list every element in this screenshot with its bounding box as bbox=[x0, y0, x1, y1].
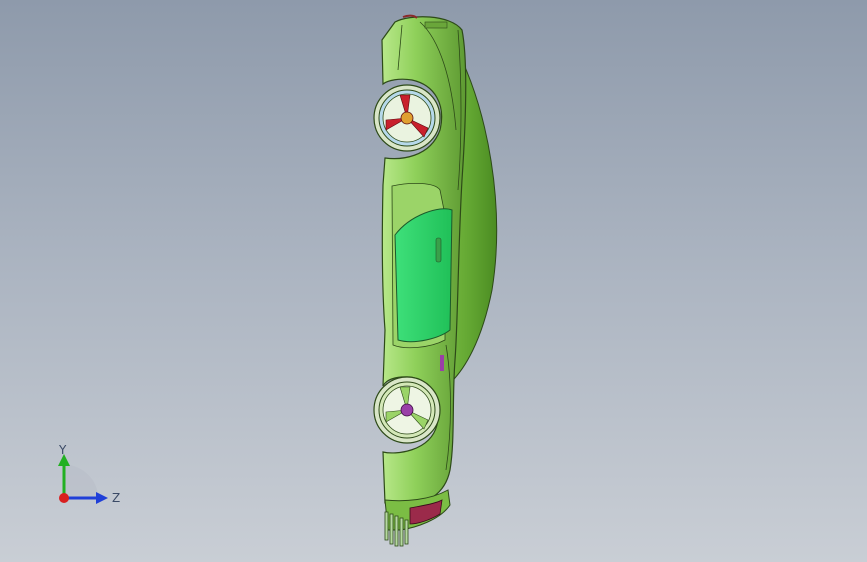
y-axis-label: Y bbox=[58, 443, 67, 457]
cad-viewport[interactable]: Y Z bbox=[0, 0, 867, 562]
x-axis-origin-icon bbox=[59, 493, 69, 503]
side-marker bbox=[440, 355, 444, 371]
z-axis-label: Z bbox=[112, 491, 120, 505]
front-grille bbox=[424, 21, 448, 29]
orientation-triad[interactable]: Y Z bbox=[40, 440, 130, 520]
front-wheel bbox=[373, 84, 441, 152]
car-3d-model[interactable] bbox=[0, 0, 867, 562]
side-window bbox=[394, 208, 453, 343]
z-axis-arrowhead-icon bbox=[96, 492, 108, 504]
triad-plane-icon bbox=[64, 464, 98, 498]
rear-wheel bbox=[373, 376, 441, 444]
door-handle bbox=[435, 237, 442, 263]
